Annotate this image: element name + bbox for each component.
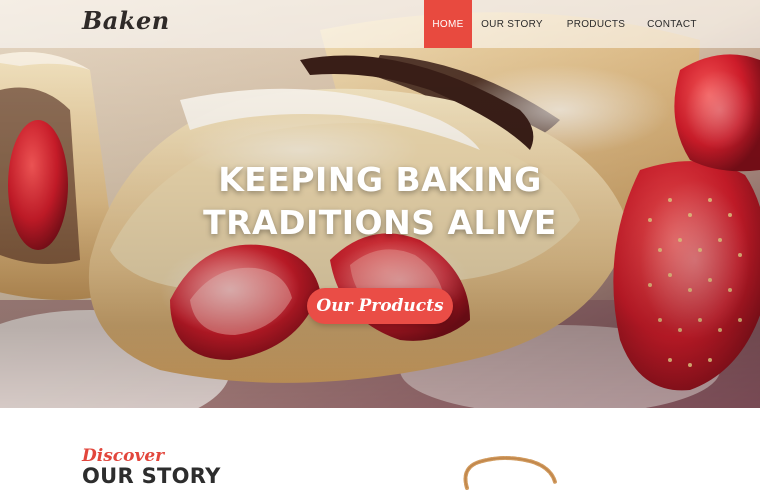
nav-our-story[interactable]: OUR STORY [475, 0, 549, 48]
nav-contact[interactable]: CONTACT [643, 0, 701, 48]
hero-headline-line2: TRADITIONS ALIVE [203, 203, 557, 242]
nav-products[interactable]: PRODUCTS [549, 0, 643, 48]
section-kicker: Discover [82, 446, 165, 466]
nav-home[interactable]: HOME [424, 0, 472, 48]
our-products-button[interactable]: Our Products [307, 288, 453, 324]
page: Baken HOME OUR STORY PRODUCTS CONTACT KE… [0, 0, 760, 490]
hero-headline-line1: KEEPING BAKING [218, 160, 542, 199]
main-nav: HOME OUR STORY PRODUCTS CONTACT [424, 0, 714, 48]
top-navbar: Baken HOME OUR STORY PRODUCTS CONTACT [0, 0, 760, 48]
site-logo[interactable]: Baken [82, 6, 170, 35]
section-title: OUR STORY [82, 464, 221, 488]
hero-headline: KEEPING BAKING TRADITIONS ALIVE [0, 158, 760, 244]
twine-illustration [463, 456, 557, 490]
